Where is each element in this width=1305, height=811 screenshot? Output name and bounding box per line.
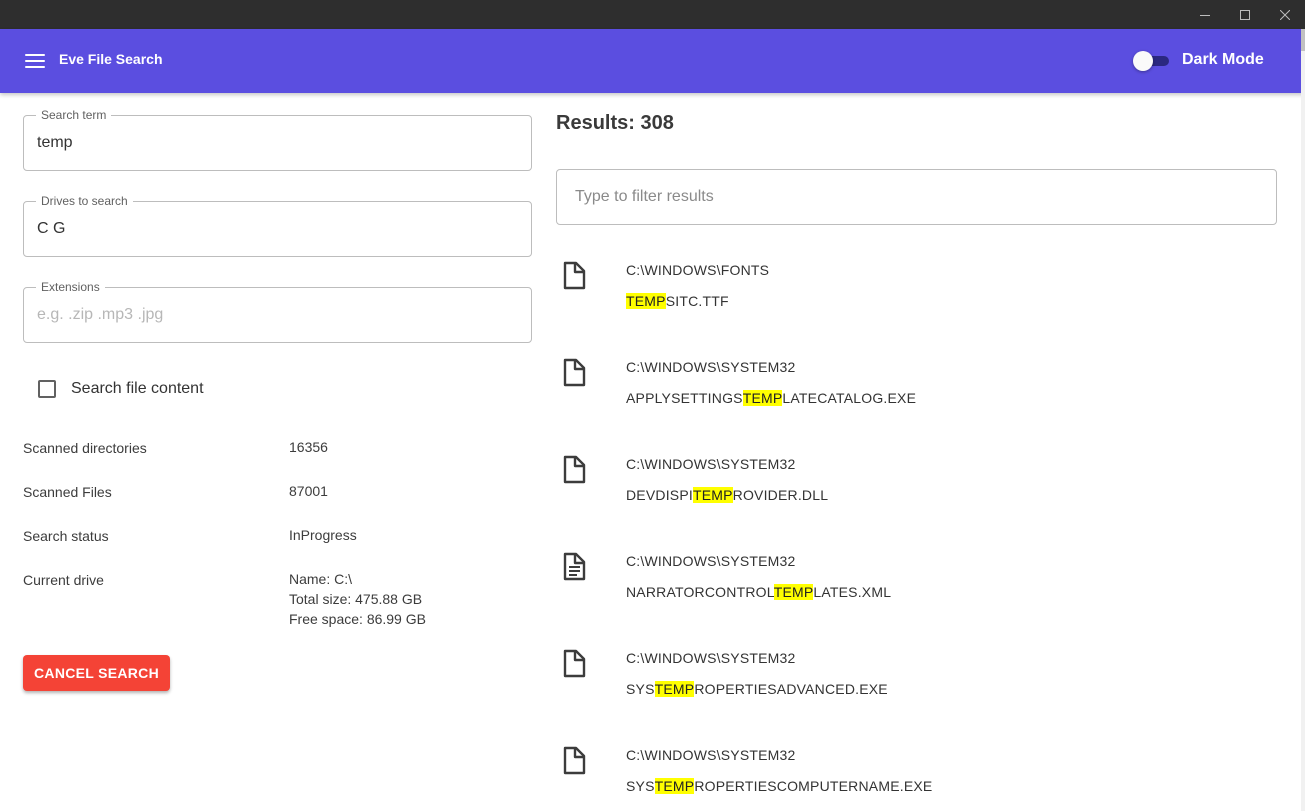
file-icon [560,260,588,292]
search-term-field: Search term [23,108,532,171]
current-drive-details: Name: C:\ Total size: 475.88 GB Free spa… [289,569,426,629]
filename-match-highlight: TEMP [626,293,666,309]
maximize-icon[interactable] [1225,0,1265,29]
filename-match-highlight: TEMP [654,778,695,794]
result-item[interactable]: C:\WINDOWS\SYSTEM32 APPLYSETTINGSTEMPLATE… [556,349,1277,446]
scanned-directories-label: Scanned directories [23,440,147,456]
dark-mode-toggle[interactable] [1133,51,1171,71]
filename-suffix: ROPERTIESADVANCED.EXE [694,681,888,697]
result-filename: NARRATORCONTROLTEMPLATES.XML [626,581,891,603]
search-content-row[interactable]: Search file content [38,380,204,398]
filename-match-highlight: TEMP [742,390,783,406]
extensions-label: Extensions [36,280,105,294]
drive-free-space: Free space: 86.99 GB [289,611,426,627]
filename-prefix: NARRATORCONTROL [626,584,774,600]
drives-label: Drives to search [36,194,133,208]
result-path: C:\WINDOWS\SYSTEM32 [626,747,796,763]
toggle-thumb[interactable] [1133,51,1153,71]
filename-match-highlight: TEMP [692,487,733,503]
text-file-icon [560,551,588,583]
result-item[interactable]: C:\WINDOWS\SYSTEM32 NARRATORCONTROLTEMPLA… [556,543,1277,640]
file-icon [560,648,588,680]
result-item[interactable]: C:\WINDOWS\SYSTEM32 DEVDISPITEMPROVIDER.D… [556,446,1277,543]
scrollbar-thumb[interactable] [1301,29,1305,51]
app-bar: Eve File Search Dark Mode [0,29,1305,93]
filename-suffix: ROPERTIESCOMPUTERNAME.EXE [694,778,933,794]
result-path: C:\WINDOWS\SYSTEM32 [626,456,796,472]
result-item[interactable]: C:\WINDOWS\FONTS TEMPSITC.TTF [556,252,1277,349]
menu-icon[interactable] [25,54,45,68]
filename-prefix: DEVDISPI [626,487,693,503]
extensions-field: Extensions [23,280,532,343]
scanned-directories-value: 16356 [289,439,328,455]
filename-suffix: ROVIDER.DLL [732,487,829,503]
search-status-label: Search status [23,528,109,544]
drives-field: Drives to search [23,194,532,257]
filename-prefix: SYS [626,778,655,794]
cancel-search-button[interactable]: CANCEL SEARCH [23,655,170,691]
search-content-checkbox[interactable] [38,380,56,398]
filename-prefix: APPLYSETTINGS [626,390,743,406]
result-item[interactable]: C:\WINDOWS\SYSTEM32 SYSTEMPROPERTIESADVAN… [556,640,1277,737]
result-filename: APPLYSETTINGSTEMPLATECATALOG.EXE [626,387,916,409]
result-path: C:\WINDOWS\FONTS [626,262,770,278]
minimize-icon[interactable] [1185,0,1225,29]
extensions-input[interactable] [37,306,517,324]
result-filename: SYSTEMPROPERTIESCOMPUTERNAME.EXE [626,775,932,797]
result-path: C:\WINDOWS\SYSTEM32 [626,650,796,666]
result-filename: SYSTEMPROPERTIESADVANCED.EXE [626,678,888,700]
file-icon [560,357,588,389]
filename-suffix: SITC.TTF [665,293,729,309]
result-filename: DEVDISPITEMPROVIDER.DLL [626,484,828,506]
dark-mode-label: Dark Mode [1182,51,1264,68]
drive-total-size: Total size: 475.88 GB [289,591,423,607]
scanned-files-value: 87001 [289,483,328,499]
filename-suffix: LATECATALOG.EXE [782,390,917,406]
drives-input[interactable] [37,220,517,238]
results-count: Results: 308 [556,112,674,134]
window-controls [1185,0,1305,29]
scanned-files-label: Scanned Files [23,484,112,500]
filename-match-highlight: TEMP [654,681,695,697]
search-term-label: Search term [36,108,112,122]
filename-suffix: LATES.XML [813,584,892,600]
close-icon[interactable] [1265,0,1305,29]
current-drive-label: Current drive [23,572,104,588]
filter-input[interactable] [575,188,1255,206]
filename-prefix: SYS [626,681,655,697]
scrollbar[interactable] [1301,29,1305,811]
search-content-label: Search file content [71,380,204,397]
result-path: C:\WINDOWS\SYSTEM32 [626,359,796,375]
window-titlebar [0,0,1305,29]
result-filename: TEMPSITC.TTF [626,290,729,312]
search-status-value: InProgress [289,527,357,543]
filter-field [556,169,1277,225]
file-icon [560,745,588,777]
app-title: Eve File Search [59,51,163,67]
result-path: C:\WINDOWS\SYSTEM32 [626,553,796,569]
file-icon [560,454,588,486]
filename-match-highlight: TEMP [773,584,814,600]
result-item[interactable]: C:\WINDOWS\SYSTEM32 SYSTEMPROPERTIESCOMPU… [556,737,1277,811]
drive-name: Name: C:\ [289,571,353,587]
search-term-input[interactable] [37,134,517,152]
